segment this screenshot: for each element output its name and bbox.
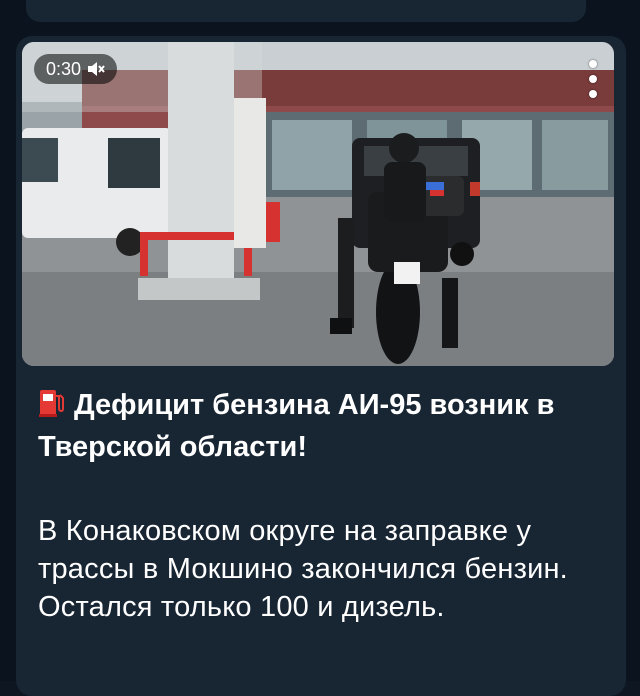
menu-dot [589,90,597,98]
more-vertical-icon[interactable] [584,60,602,98]
post-headline: Дефицит бензина АИ-95 возник в Тверской … [38,386,608,466]
previous-message-bubble[interactable] [26,0,586,22]
post-body: В Конаковском округе на заправке у трасс… [38,515,568,623]
fuel-pump-icon [38,388,64,428]
menu-dot [589,60,597,68]
video-duration: 0:30 [46,59,82,79]
message-bubble[interactable]: 0:30 Дефицит бензина АИ-95 возник в Твер… [16,36,626,696]
muted-speaker-icon[interactable] [87,61,105,77]
message-text: Дефицит бензина АИ-95 возник в Тверской … [38,386,608,626]
video-player[interactable]: 0:30 [22,42,614,366]
video-duration-badge[interactable]: 0:30 [34,54,118,84]
post-headline-text: Дефицит бензина АИ-95 возник в Тверской … [38,389,555,463]
menu-dot [589,75,597,83]
video-frame [22,42,614,366]
